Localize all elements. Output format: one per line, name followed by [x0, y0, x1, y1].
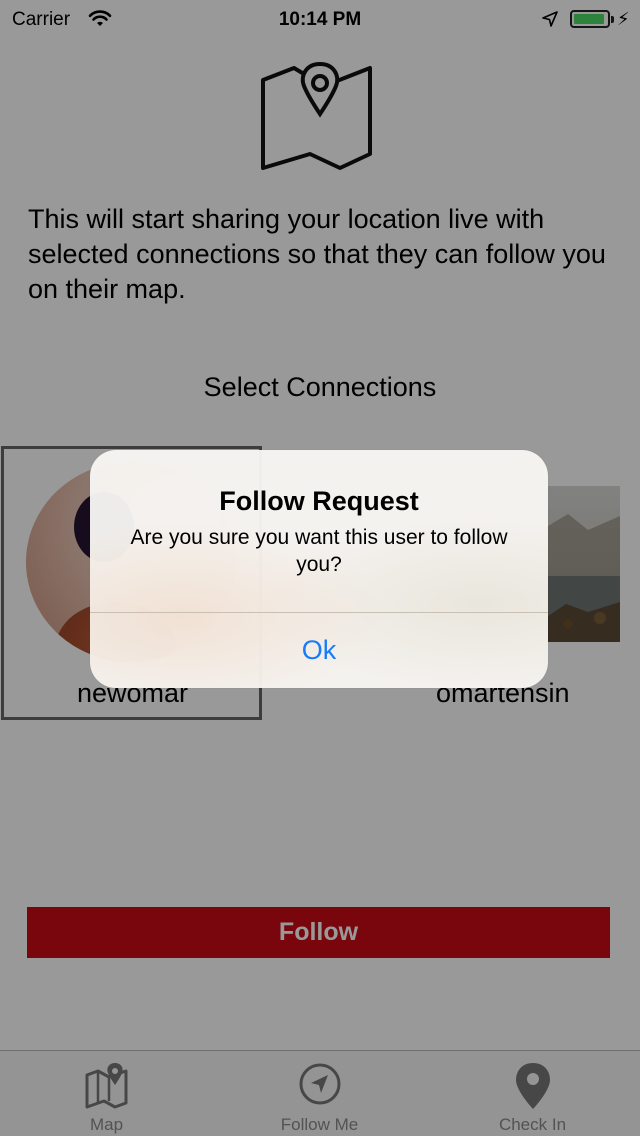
alert-ok-button[interactable]: Ok: [90, 613, 548, 688]
alert-dialog: Follow Request Are you sure you want thi…: [90, 450, 548, 688]
screen: Carrier 10:14 PM ⚡ This will start shari…: [0, 0, 640, 1136]
alert-message: Are you sure you want this user to follo…: [130, 526, 508, 576]
alert-title: Follow Request: [219, 486, 419, 516]
